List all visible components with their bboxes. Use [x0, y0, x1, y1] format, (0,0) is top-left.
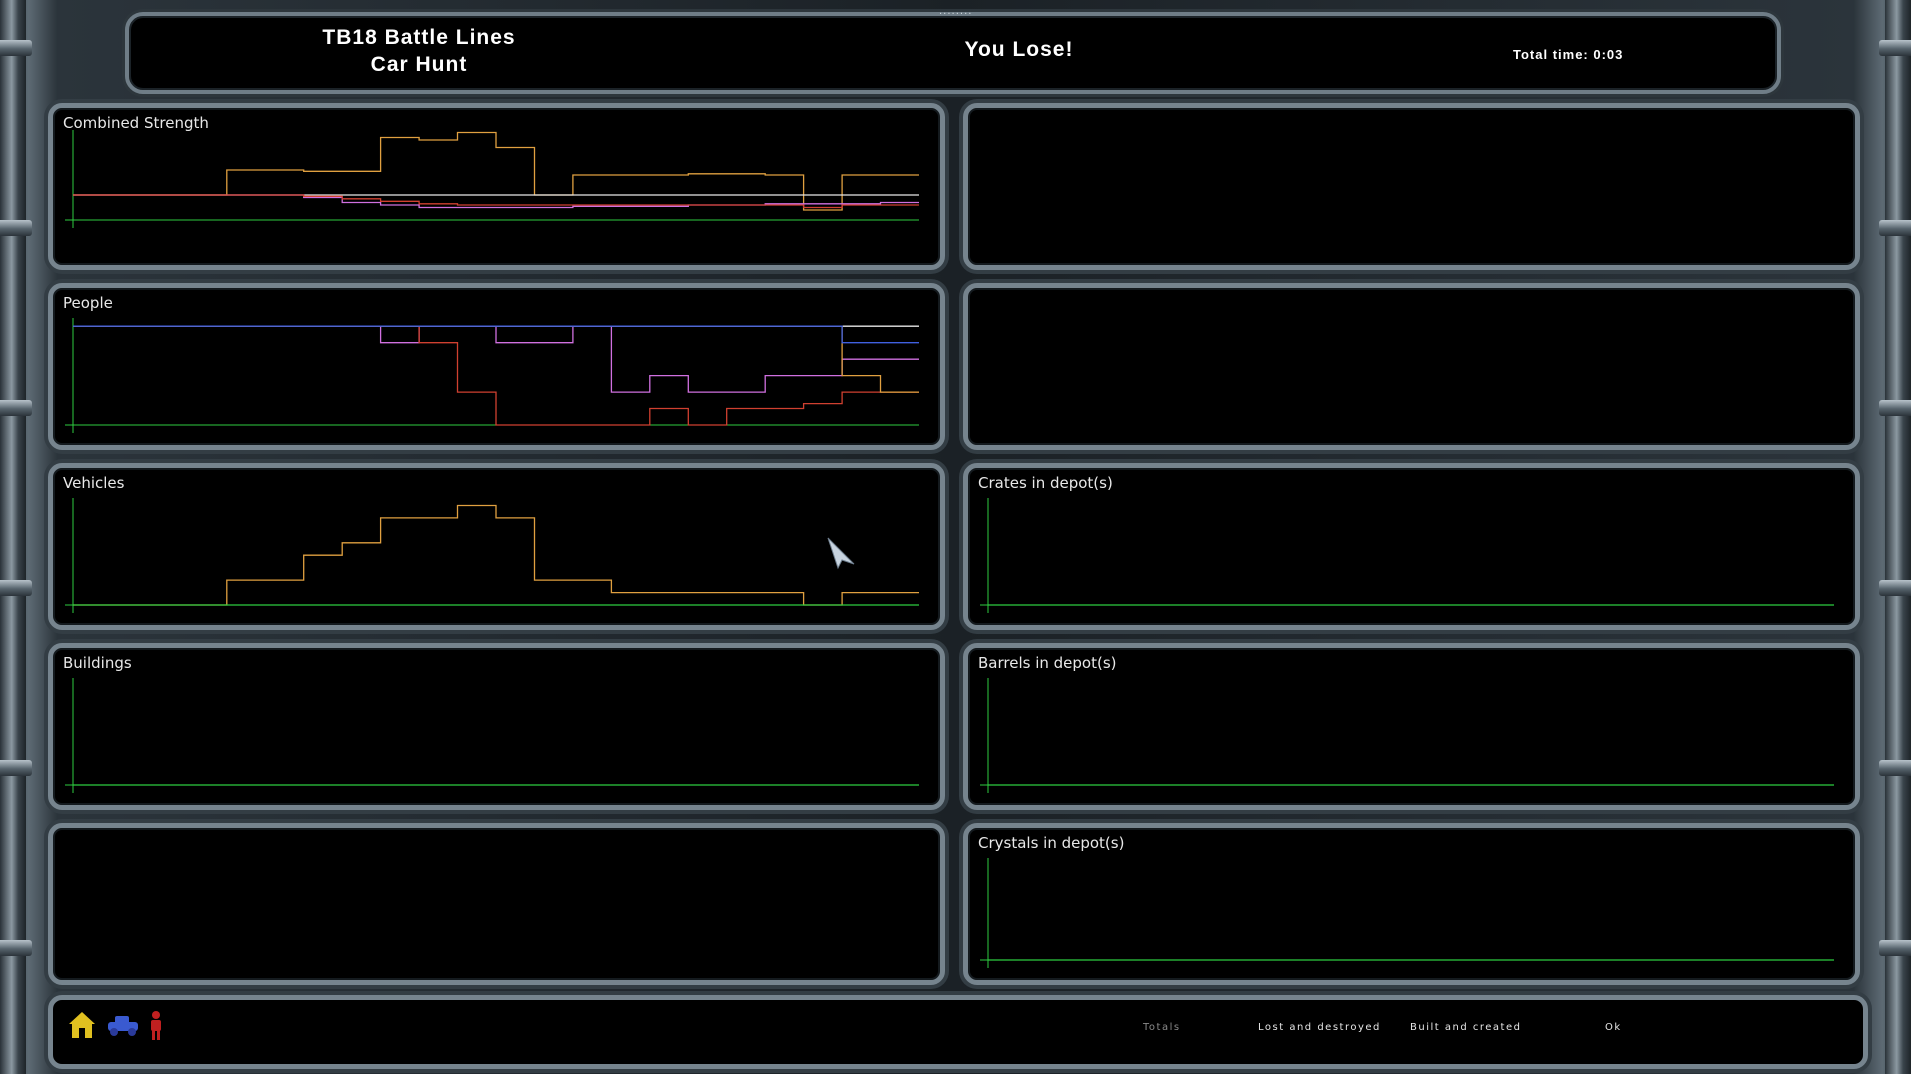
- crates-chart: [980, 498, 1834, 613]
- cursor-icon: [827, 537, 855, 570]
- pipe-joint: [0, 580, 32, 596]
- panel-combined-strength: Combined Strength: [48, 103, 945, 270]
- barrels-chart: [980, 678, 1834, 793]
- lost-destroyed-button[interactable]: Lost and destroyed: [1258, 1022, 1381, 1033]
- header-dots: ........: [939, 6, 973, 17]
- panel-vehicles: Vehicles: [48, 463, 945, 630]
- footer-bar: Totals Lost and destroyed Built and crea…: [48, 995, 1868, 1069]
- pipe-joint: [0, 400, 32, 416]
- pipe-joint: [1879, 940, 1911, 956]
- panel-empty-right-1: [963, 103, 1860, 270]
- house-icon[interactable]: [67, 1010, 97, 1040]
- crystals-chart: [980, 858, 1834, 968]
- pipe-joint: [1879, 760, 1911, 776]
- series-line-orange: [73, 504, 919, 606]
- panel-crystals: Crystals in depot(s): [963, 823, 1860, 985]
- series-line-orange: [73, 131, 919, 211]
- pipe-joint: [1879, 400, 1911, 416]
- person-icon[interactable]: [147, 1010, 165, 1042]
- people-chart: [65, 318, 919, 433]
- pipe-joint: [0, 760, 32, 776]
- panel-crates: Crates in depot(s): [963, 463, 1860, 630]
- series-line-red: [73, 194, 919, 209]
- pipe-joint: [0, 940, 32, 956]
- header-bar: ........ TB18 Battle Lines Car Hunt You …: [125, 6, 1781, 94]
- totals-button[interactable]: Totals: [1143, 1022, 1181, 1033]
- built-created-button[interactable]: Built and created: [1410, 1022, 1521, 1033]
- series-line-magenta: [73, 325, 919, 393]
- right-pipe: [1879, 0, 1911, 1074]
- pipe-joint: [1879, 40, 1911, 56]
- mission-subtitle: Car Hunt: [370, 53, 468, 76]
- pipe-joint: [1879, 220, 1911, 236]
- pipe-joint: [1879, 580, 1911, 596]
- panel-people: People: [48, 283, 945, 450]
- mission-title: TB18 Battle Lines: [322, 26, 516, 49]
- panel-empty-left: [48, 823, 945, 985]
- left-pipe: [0, 0, 32, 1074]
- pipe-joint: [0, 40, 32, 56]
- combined-strength-chart: [65, 130, 919, 228]
- vehicles-chart: [65, 498, 919, 613]
- vehicle-icon[interactable]: [105, 1010, 141, 1040]
- panel-buildings: Buildings: [48, 643, 945, 810]
- total-time: Total time: 0:03: [1513, 47, 1624, 62]
- ok-button[interactable]: Ok: [1605, 1022, 1622, 1033]
- buildings-chart: [65, 678, 919, 793]
- pipe-joint: [0, 220, 32, 236]
- panel-barrels: Barrels in depot(s): [963, 643, 1860, 810]
- result-text: You Lose!: [964, 38, 1074, 61]
- panel-empty-right-2: [963, 283, 1860, 450]
